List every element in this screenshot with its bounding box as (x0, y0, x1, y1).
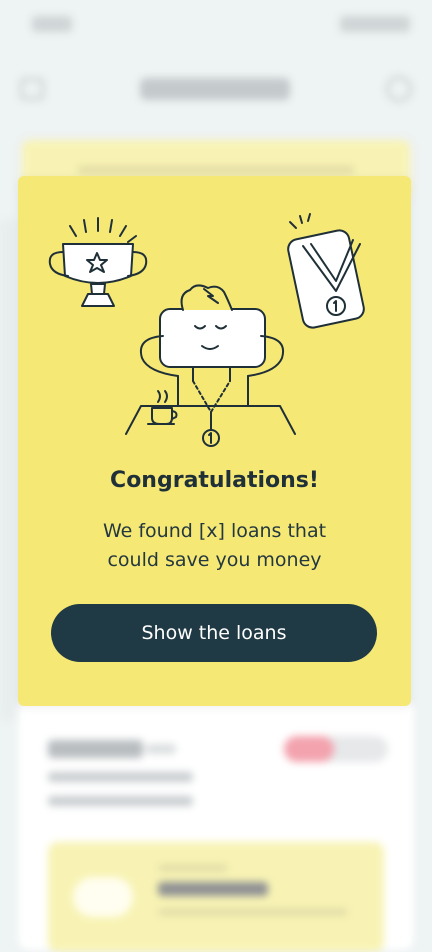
loan-card (18, 700, 414, 952)
app-header (0, 60, 432, 116)
relaxed-person (125, 284, 296, 447)
badge-highlight (284, 736, 334, 762)
modal-title: Congratulations! (110, 468, 319, 493)
status-icons (340, 16, 410, 32)
loan-detail-1 (48, 772, 193, 782)
promo-detail (158, 908, 348, 916)
help-icon (386, 76, 412, 102)
loan-badge (284, 736, 388, 762)
loan-amount (48, 740, 143, 758)
promo-box (48, 842, 384, 952)
celebration-illustration (48, 213, 365, 447)
menu-icon (20, 78, 44, 100)
promo-caption (158, 864, 228, 872)
medal-icon (287, 213, 365, 329)
background-edge (0, 220, 18, 720)
banner-text (77, 166, 355, 174)
show-loans-button[interactable]: Show the loans (51, 604, 377, 662)
modal-description: We found [x] loans that could save you m… (102, 520, 327, 571)
status-time (32, 16, 72, 32)
page-title (140, 78, 290, 100)
promo-illustration (73, 877, 133, 917)
congratulations-modal: Congratulations! We found [x] loans that… (18, 176, 411, 706)
trophy-icon (48, 217, 148, 307)
loan-amount-suffix (146, 744, 176, 754)
loan-detail-2 (48, 796, 193, 806)
promo-value (158, 882, 268, 896)
status-bar (0, 0, 432, 50)
